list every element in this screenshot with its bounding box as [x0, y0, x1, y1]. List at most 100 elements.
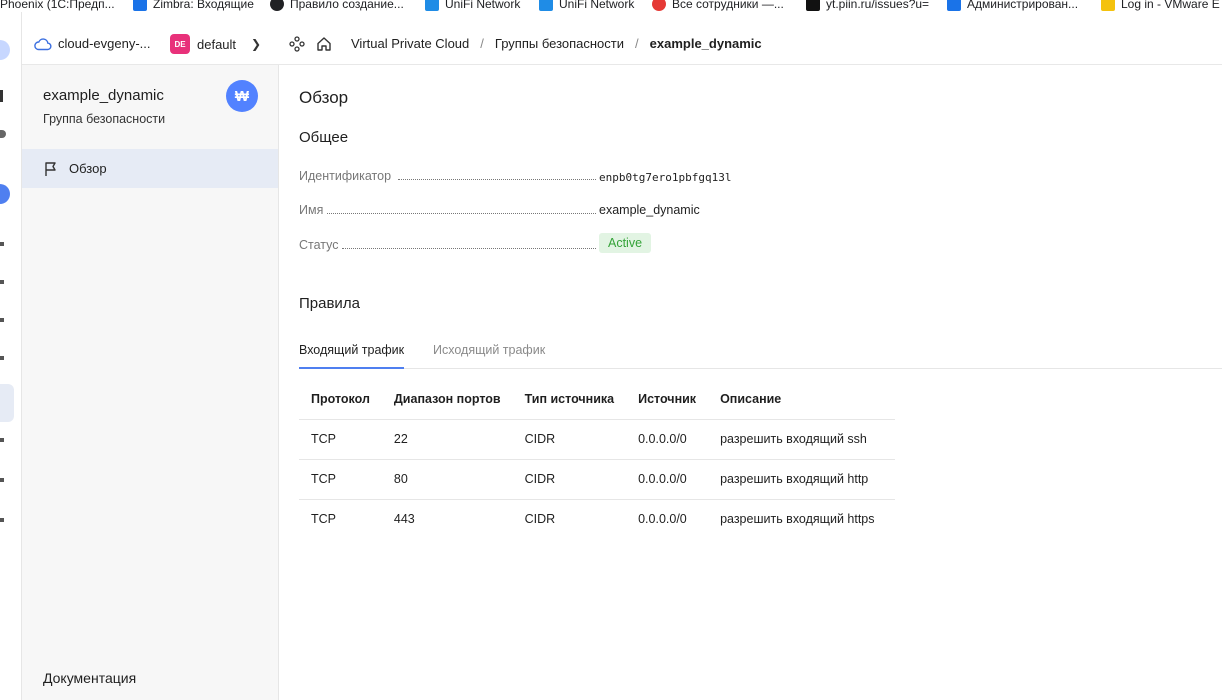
- breadcrumb-vpc[interactable]: Virtual Private Cloud: [351, 36, 469, 51]
- bookmark-label: Администрирован...: [967, 0, 1079, 11]
- cell-protocol: TCP: [299, 458, 382, 499]
- column-header: Тип источника: [524, 391, 615, 406]
- bookmark-label: Zimbra: Входящие: [153, 0, 254, 11]
- service-icon[interactable]: [0, 438, 4, 442]
- status-badge: Active: [599, 233, 652, 253]
- avatar[interactable]: [0, 40, 10, 60]
- cell-source: 0.0.0.0/0: [626, 498, 709, 539]
- service-icon[interactable]: [0, 280, 4, 284]
- field-label: Имя: [299, 203, 324, 217]
- cloud-selector[interactable]: cloud-evgeny-...: [34, 36, 151, 51]
- field-value: example_dynamic: [599, 203, 700, 217]
- bookmark-admin[interactable]: Администрирован...: [947, 0, 1078, 12]
- service-icon[interactable]: [0, 242, 4, 246]
- favorites-icon[interactable]: [0, 184, 10, 204]
- resource-title: example_dynamic: [43, 87, 164, 104]
- bookmark-zimbra[interactable]: Zimbra: Входящие: [133, 0, 254, 12]
- service-icon[interactable]: [0, 318, 4, 322]
- cell-source-type: CIDR: [512, 458, 627, 499]
- column-header: Протокол: [311, 391, 370, 406]
- sidebar-item-label: Обзор: [69, 161, 107, 176]
- field-name: Имя example_dynamic: [299, 203, 719, 223]
- field-status: Статус Active: [299, 233, 719, 258]
- services-icon[interactable]: [288, 35, 306, 53]
- bookmark-label: UniFi Network: [559, 0, 635, 11]
- breadcrumb: Virtual Private Cloud / Группы безопасно…: [351, 36, 762, 51]
- bookmark-label: Все сотрудники —...: [672, 0, 784, 11]
- vmware-icon: [1101, 0, 1115, 11]
- field-value[interactable]: enpb0tg7ero1pbfgq13l: [599, 171, 731, 184]
- traffic-tabs: Входящий трафик Исходящий трафик: [299, 338, 1222, 369]
- dotted-leader: [398, 179, 596, 180]
- bookmark-unifi-2[interactable]: UniFi Network: [539, 0, 634, 12]
- cell-source-type: CIDR: [512, 498, 627, 539]
- sidebar-item-overview[interactable]: Обзор: [22, 149, 278, 188]
- home-icon[interactable]: [315, 35, 333, 53]
- cell-description: разрешить входящий ssh: [708, 418, 896, 459]
- cell-protocol: TCP: [299, 498, 382, 539]
- folder-badge: DE: [170, 34, 190, 54]
- rules-table: Протокол Диапазон портов Тип источника И…: [299, 379, 896, 539]
- documentation-link[interactable]: Документация: [43, 670, 136, 686]
- column-header: Диапазон портов: [393, 391, 501, 406]
- column-header: Источник: [638, 391, 697, 406]
- field-id: Идентификатор enpb0tg7ero1pbfgq13l: [299, 169, 731, 189]
- table-row[interactable]: TCP 443 CIDR 0.0.0.0/0 разрешить входящи…: [299, 498, 896, 539]
- cell-description: разрешить входящий https: [708, 498, 896, 539]
- folder-name: default: [197, 36, 237, 52]
- field-label: Идентификатор: [299, 169, 392, 183]
- search-icon[interactable]: [0, 130, 6, 138]
- chevron-down-icon: ❯: [251, 37, 262, 51]
- field-label: Статус: [299, 238, 339, 252]
- service-icon[interactable]: [0, 478, 4, 482]
- unifi-icon: [425, 0, 439, 11]
- table-row[interactable]: TCP 22 CIDR 0.0.0.0/0 разрешить входящий…: [299, 418, 896, 459]
- page-title: Обзор: [299, 88, 349, 107]
- top-header: cloud-evgeny-... DE default ❯ Virtual Pr…: [22, 24, 1222, 65]
- flag-icon: [45, 161, 56, 176]
- cloud-icon: [34, 37, 52, 50]
- breadcrumb-separator: /: [480, 36, 484, 51]
- security-group-icon: ₩: [226, 80, 258, 112]
- zimbra-icon: [133, 0, 147, 11]
- cell-protocol: TCP: [299, 418, 382, 459]
- breadcrumb-security-groups[interactable]: Группы безопасности: [495, 36, 624, 51]
- rules-heading: Правила: [299, 295, 360, 312]
- bookmark-label: yt.piin.ru/issues?u=: [826, 0, 930, 11]
- service-icon[interactable]: [0, 518, 4, 522]
- cell-ports: 22: [381, 418, 513, 459]
- table-row[interactable]: TCP 80 CIDR 0.0.0.0/0 разрешить входящий…: [299, 458, 896, 499]
- bookmarks-bar: Phoenix (1С:Предп... Zimbra: Входящие Пр…: [0, 0, 1222, 12]
- left-nav-rail: [0, 12, 22, 700]
- cell-source-type: CIDR: [512, 418, 627, 459]
- zimbra-icon: [947, 0, 961, 11]
- cell-source: 0.0.0.0/0: [626, 418, 709, 459]
- cell-ports: 443: [381, 498, 513, 539]
- bookmark-label: Log in - VMware E: [1121, 0, 1220, 11]
- vpc-service-icon[interactable]: [0, 384, 14, 422]
- bookmark-phoenix[interactable]: Phoenix (1С:Предп...: [0, 0, 115, 12]
- youtrack-icon: [806, 0, 820, 11]
- table-header-row: Протокол Диапазон портов Тип источника И…: [299, 379, 895, 419]
- bookmark-unifi-1[interactable]: UniFi Network: [425, 0, 520, 12]
- menu-icon[interactable]: [0, 90, 3, 102]
- tab-egress[interactable]: Исходящий трафик: [433, 343, 545, 367]
- dotted-leader: [342, 248, 596, 249]
- bookmark-label: UniFi Network: [445, 0, 521, 11]
- bookmark-vmware[interactable]: Log in - VMware E: [1101, 0, 1220, 12]
- general-heading: Общее: [299, 129, 349, 146]
- bookmark-youtrack[interactable]: yt.piin.ru/issues?u=: [806, 0, 929, 12]
- tab-ingress[interactable]: Входящий трафик: [299, 343, 405, 369]
- yandex-icon: [652, 0, 666, 11]
- folder-selector[interactable]: DE default ❯: [170, 34, 261, 54]
- bookmark-label: Правило создание...: [290, 0, 404, 11]
- bookmark-staff[interactable]: Все сотрудники —...: [652, 0, 784, 12]
- service-icon[interactable]: [0, 356, 4, 360]
- bookmark-label: Phoenix (1С:Предп...: [0, 0, 115, 11]
- dotted-leader: [327, 213, 596, 214]
- cell-description: разрешить входящий http: [708, 458, 896, 499]
- bookmark-rule[interactable]: Правило создание...: [270, 0, 404, 12]
- globe-icon: [270, 0, 284, 11]
- cell-ports: 80: [381, 458, 513, 499]
- resource-sidebar: example_dynamic Группа безопасности ₩ Об…: [22, 65, 279, 700]
